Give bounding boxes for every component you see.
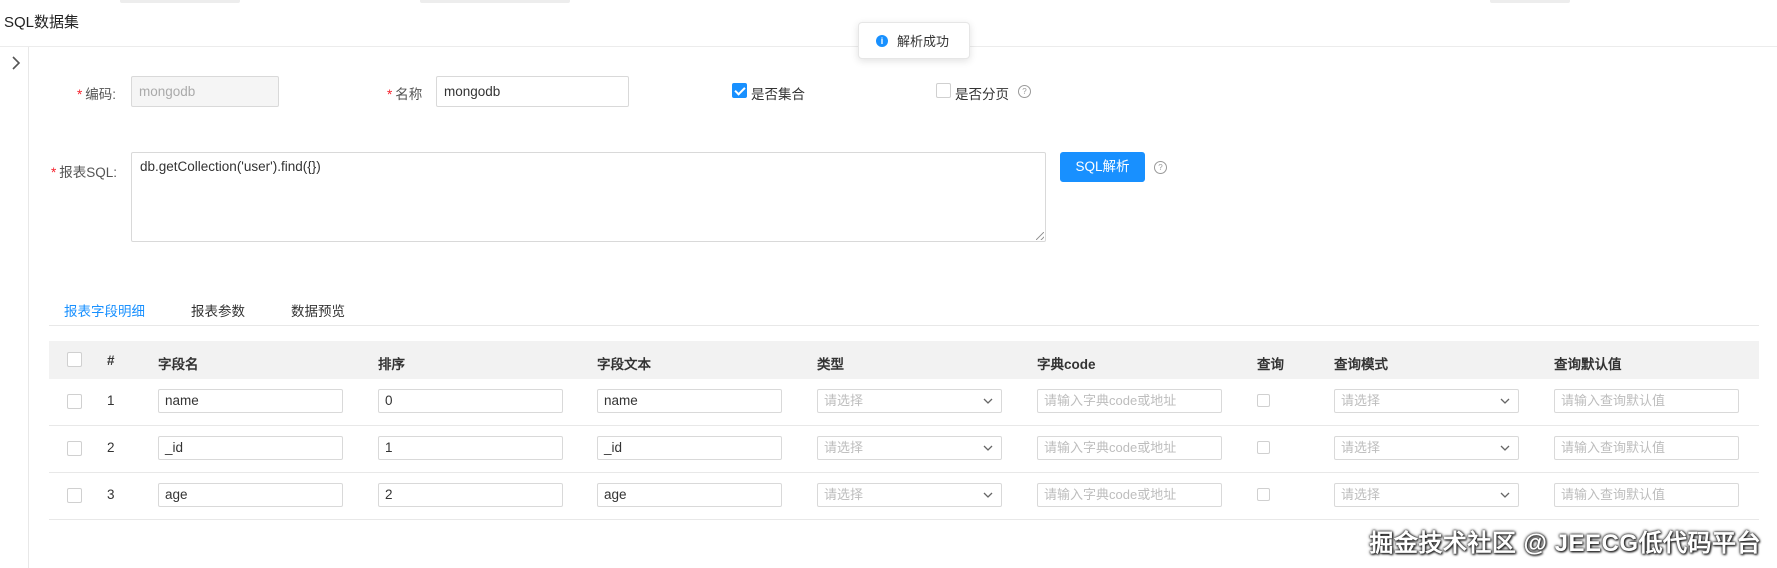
resize-handle-icon[interactable] (1036, 232, 1044, 240)
toast-message: 解析成功 (897, 34, 950, 49)
query-default-input[interactable]: 请输入查询默认值 (1554, 483, 1739, 507)
field-name-input[interactable]: age (158, 483, 343, 507)
toast-notification: i 解析成功 (858, 22, 970, 59)
query-default-input[interactable]: 请输入查询默认值 (1554, 436, 1739, 460)
field-text-input[interactable]: name (597, 389, 782, 413)
info-icon: i (876, 34, 888, 47)
column-header-index: # (107, 353, 115, 368)
column-header-type: 类型 (817, 357, 844, 372)
page-title: SQL数据集 (4, 14, 80, 31)
type-select[interactable]: 请选择 (817, 436, 1002, 460)
chevron-down-icon (983, 492, 993, 498)
is-paged-label: 是否分页 (955, 87, 1009, 102)
cropped-header-remnant (120, 0, 240, 3)
column-header-query-mode: 查询模式 (1334, 357, 1388, 372)
chevron-down-icon (1500, 492, 1510, 498)
code-input[interactable]: mongodb (131, 76, 279, 107)
name-label: * 名称 (387, 87, 423, 102)
query-checkbox[interactable] (1257, 394, 1270, 407)
tabs-divider (49, 325, 1759, 326)
table-row: 3 age 2 age 请选择 请输入字典code或地址 请选择 请输入查询默认… (49, 473, 1759, 520)
row-index: 2 (107, 440, 115, 455)
code-label: * 编码: (77, 87, 117, 102)
type-select[interactable]: 请选择 (817, 389, 1002, 413)
chevron-down-icon (1500, 398, 1510, 404)
column-header-query-default: 查询默认值 (1554, 357, 1622, 372)
column-header-field-name: 字段名 (158, 357, 199, 372)
table-row: 2 _id 1 _id 请选择 请输入字典code或地址 请选择 请输入查询默认… (49, 426, 1759, 473)
sql-text: db.getCollection('user').find({}) (140, 159, 321, 174)
is-collection-label: 是否集合 (751, 87, 805, 102)
order-input[interactable]: 2 (378, 483, 563, 507)
watermark: 掘金技术社区 @ JEECG低代码平台 (1369, 530, 1761, 557)
query-checkbox[interactable] (1257, 441, 1270, 454)
query-mode-placeholder: 请选择 (1341, 440, 1381, 455)
tab-data-preview[interactable]: 数据预览 (291, 300, 345, 320)
sql-textarea[interactable]: db.getCollection('user').find({}) (131, 152, 1046, 242)
query-mode-select[interactable]: 请选择 (1334, 389, 1519, 413)
sql-parse-button[interactable]: SQL解析 (1060, 152, 1145, 182)
tab-report-params[interactable]: 报表参数 (191, 300, 245, 320)
help-icon[interactable]: ? (1154, 161, 1167, 174)
row-checkbox[interactable] (67, 394, 82, 409)
is-paged-checkbox[interactable] (936, 83, 951, 98)
row-checkbox[interactable] (67, 441, 82, 456)
chevron-down-icon (983, 398, 993, 404)
query-checkbox[interactable] (1257, 488, 1270, 501)
query-mode-placeholder: 请选择 (1341, 487, 1381, 502)
cropped-header-remnant (1490, 0, 1570, 3)
dict-code-input[interactable]: 请输入字典code或地址 (1037, 436, 1222, 460)
is-collection-checkbox[interactable] (732, 83, 747, 98)
sidebar-divider (28, 47, 29, 568)
field-table: # 字段名 排序 字段文本 类型 字典code 查询 查询模式 查询默认值 1 … (49, 341, 1759, 520)
field-text-input[interactable]: _id (597, 436, 782, 460)
field-name-input[interactable]: name (158, 389, 343, 413)
cropped-header-remnant (420, 0, 570, 3)
name-input[interactable]: mongodb (436, 76, 629, 107)
row-index: 3 (107, 487, 115, 502)
select-all-checkbox[interactable] (67, 352, 82, 367)
field-name-input[interactable]: _id (158, 436, 343, 460)
chevron-down-icon (983, 445, 993, 451)
type-select[interactable]: 请选择 (817, 483, 1002, 507)
column-header-query: 查询 (1257, 357, 1284, 372)
column-header-order: 排序 (378, 357, 405, 372)
type-select-placeholder: 请选择 (824, 487, 864, 502)
tab-field-details[interactable]: 报表字段明细 (64, 300, 145, 320)
order-input[interactable]: 1 (378, 436, 563, 460)
row-index: 1 (107, 393, 115, 408)
chevron-right-icon[interactable] (10, 56, 22, 70)
sql-label: * 报表SQL: (51, 165, 118, 180)
type-select-placeholder: 请选择 (824, 393, 864, 408)
help-icon[interactable]: ? (1018, 85, 1031, 98)
query-mode-placeholder: 请选择 (1341, 393, 1381, 408)
row-checkbox[interactable] (67, 488, 82, 503)
field-text-input[interactable]: age (597, 483, 782, 507)
dict-code-input[interactable]: 请输入字典code或地址 (1037, 483, 1222, 507)
chevron-down-icon (1500, 445, 1510, 451)
query-mode-select[interactable]: 请选择 (1334, 483, 1519, 507)
query-default-input[interactable]: 请输入查询默认值 (1554, 389, 1739, 413)
column-header-dict-code: 字典code (1037, 357, 1096, 372)
table-row: 1 name 0 name 请选择 请输入字典code或地址 请选择 请输入查询… (49, 379, 1759, 426)
query-mode-select[interactable]: 请选择 (1334, 436, 1519, 460)
order-input[interactable]: 0 (378, 389, 563, 413)
dict-code-input[interactable]: 请输入字典code或地址 (1037, 389, 1222, 413)
table-header: # 字段名 排序 字段文本 类型 字典code 查询 查询模式 查询默认值 (49, 341, 1759, 379)
type-select-placeholder: 请选择 (824, 440, 864, 455)
column-header-field-text: 字段文本 (597, 357, 651, 372)
